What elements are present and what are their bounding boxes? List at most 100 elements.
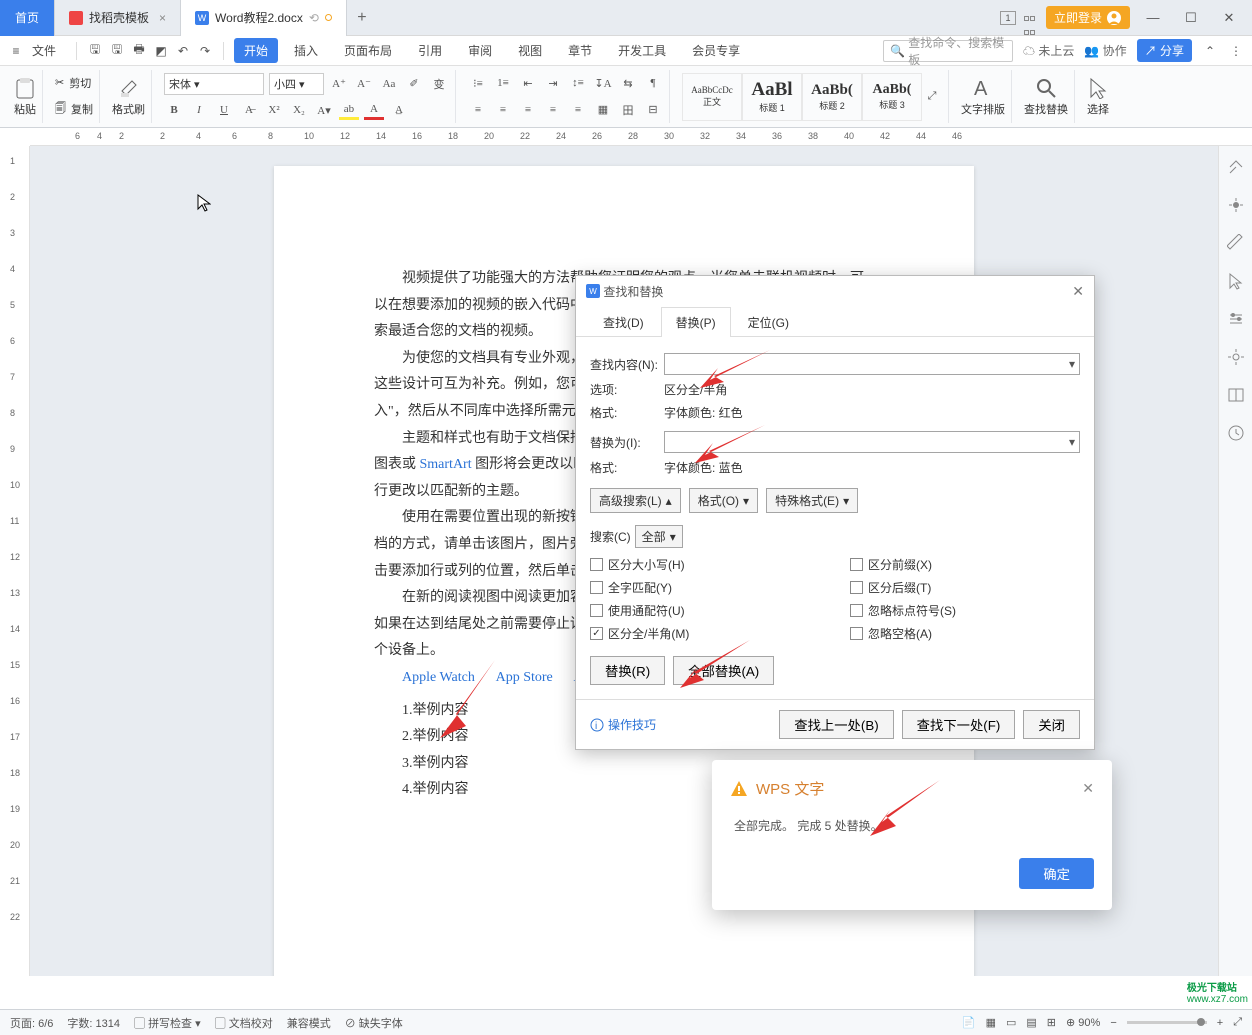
compat-mode[interactable]: 兼容模式 <box>287 1015 331 1031</box>
reveal-icon[interactable]: ¶ <box>643 73 663 93</box>
bullets-icon[interactable]: ⁝≡ <box>468 73 488 93</box>
cloud-status[interactable]: ☁ 未上云 <box>1023 42 1074 59</box>
strikethrough-icon[interactable]: A̶ <box>239 100 259 120</box>
expand-icon[interactable] <box>1227 158 1245 176</box>
share-button[interactable]: ↗ 分享 <box>1137 39 1192 62</box>
redo-icon[interactable]: ↷ <box>197 43 213 59</box>
reload-icon[interactable]: ⟲ <box>309 11 319 25</box>
find-replace-button[interactable]: 查找替换 <box>1018 70 1075 123</box>
format-painter[interactable]: 格式刷 <box>106 70 152 123</box>
phonetic-icon[interactable]: 变 <box>429 74 449 94</box>
login-button[interactable]: 立即登录 <box>1046 6 1130 29</box>
save-icon[interactable]: 🖫 <box>87 43 103 59</box>
link[interactable]: App Store <box>496 670 553 685</box>
advanced-search-button[interactable]: 高级搜索(L) ▴ <box>590 488 681 513</box>
proofing-toggle[interactable]: ▢ 文档校对 <box>215 1015 273 1031</box>
style-h2[interactable]: AaBb(标题 2 <box>802 73 862 121</box>
tab-home[interactable]: 首页 <box>0 0 55 36</box>
print-preview-icon[interactable]: ◩ <box>153 43 169 59</box>
sparkle-icon[interactable] <box>1227 196 1245 214</box>
clock-icon[interactable] <box>1227 424 1245 442</box>
tab-review[interactable]: 审阅 <box>458 38 502 63</box>
book-icon[interactable] <box>1227 386 1245 404</box>
linespace-icon[interactable]: ↕≡ <box>568 73 588 93</box>
distribute-icon[interactable]: ≡ <box>568 100 588 120</box>
find-prev-button[interactable]: 查找上一处(B) <box>779 710 893 739</box>
chk-prefix[interactable]: 区分前缀(X) <box>850 556 1080 573</box>
align-left-icon[interactable]: ≡ <box>468 100 488 120</box>
find-next-button[interactable]: 查找下一处(F) <box>902 710 1016 739</box>
cursor-icon[interactable] <box>1227 272 1245 290</box>
chevron-icon[interactable]: ⌃ <box>1202 43 1218 59</box>
gear-icon[interactable] <box>1227 348 1245 366</box>
zoom-value[interactable]: ⊕ 90% <box>1066 1016 1100 1029</box>
missing-fonts[interactable]: ⊘ 缺失字体 <box>345 1015 403 1031</box>
window-close-button[interactable]: ✕ <box>1214 10 1244 26</box>
tab-chapter[interactable]: 章节 <box>558 38 602 63</box>
chk-ignore-space[interactable]: 忽略空格(A) <box>850 625 1080 642</box>
chk-case[interactable]: 区分大小写(H) <box>590 556 820 573</box>
hamburger-icon[interactable]: ≡ <box>8 43 24 59</box>
special-format-button[interactable]: 特殊格式(E) ▾ <box>766 488 858 513</box>
dialog-close-icon[interactable]: ✕ <box>1072 283 1084 300</box>
minimize-button[interactable]: ― <box>1138 10 1168 25</box>
tab-find[interactable]: 查找(D) <box>588 307 659 337</box>
undo-icon[interactable]: ↶ <box>175 43 191 59</box>
print-icon[interactable]: 🖶 <box>131 43 147 59</box>
msgbox-close-icon[interactable]: ✕ <box>1082 780 1094 797</box>
chk-wildcard[interactable]: 使用通配符(U) <box>590 602 820 619</box>
word-count[interactable]: 字数: 1314 <box>67 1015 120 1031</box>
new-tab-button[interactable]: + <box>347 9 377 27</box>
tab-refs[interactable]: 引用 <box>408 38 452 63</box>
smartart-link[interactable]: SmartArt <box>420 457 472 472</box>
shrink-font-icon[interactable]: A⁻ <box>354 74 374 94</box>
tile-1-icon[interactable]: 1 <box>1000 11 1016 25</box>
tab-current-doc[interactable]: W Word教程2.docx ⟲ <box>181 0 347 36</box>
char-border-icon[interactable]: A̲ <box>389 100 409 120</box>
tab-replace[interactable]: 替换(P) <box>661 307 731 337</box>
copy-button[interactable]: 🗐 复制 <box>55 100 93 119</box>
spellcheck-toggle[interactable]: ▢ 拼写检查 ▾ <box>134 1015 201 1031</box>
underline-icon[interactable]: U <box>214 100 234 120</box>
tab-templates[interactable]: 找稻壳模板 × <box>55 0 181 36</box>
font-name-select[interactable]: 宋体 ▾ <box>164 73 264 95</box>
more-vertical-icon[interactable]: ⋮ <box>1228 43 1244 59</box>
clear-format-icon[interactable]: ✐ <box>404 74 424 94</box>
subscript-icon[interactable]: X₂ <box>289 100 309 120</box>
justify-icon[interactable]: ≡ <box>543 100 563 120</box>
style-h1[interactable]: AaBl标题 1 <box>742 73 802 121</box>
find-input[interactable]: ▾ <box>664 353 1080 375</box>
close-button[interactable]: 关闭 <box>1023 710 1080 739</box>
dialog-titlebar[interactable]: W 查找和替换 ✕ <box>576 276 1094 306</box>
align-right-icon[interactable]: ≡ <box>518 100 538 120</box>
collab-button[interactable]: 👥 协作 <box>1084 42 1126 59</box>
indent-icon[interactable]: ⇥ <box>543 73 563 93</box>
style-normal[interactable]: AaBbCcDc正文 <box>682 73 742 121</box>
close-icon[interactable]: × <box>159 11 166 25</box>
border-icon[interactable]: 田 <box>618 100 638 120</box>
shading-icon[interactable]: ▦ <box>593 100 613 120</box>
link[interactable]: Apple Watch <box>402 670 475 685</box>
replace-all-button[interactable]: 全部替换(A) <box>673 656 774 685</box>
command-search[interactable]: 🔍 查找命令、搜索模板 <box>883 40 1013 62</box>
sliders-icon[interactable] <box>1227 310 1245 328</box>
tab-premium[interactable]: 会员专享 <box>682 38 750 63</box>
file-menu[interactable]: 文件 <box>30 38 66 63</box>
replace-input[interactable]: ▾ <box>664 431 1080 453</box>
pen-icon[interactable] <box>1227 234 1245 252</box>
chk-fullhalf[interactable]: ✓区分全/半角(M) <box>590 625 820 642</box>
outdent-icon[interactable]: ⇤ <box>518 73 538 93</box>
format-button[interactable]: 格式(O) ▾ <box>689 488 758 513</box>
text-fill-icon[interactable]: A <box>364 100 384 120</box>
maximize-button[interactable]: ☐ <box>1176 10 1206 26</box>
page-indicator[interactable]: 页面: 6/6 <box>10 1015 53 1031</box>
style-h3[interactable]: AaBb(标题 3 <box>862 73 922 121</box>
tips-link[interactable]: i 操作技巧 <box>590 716 656 733</box>
tab-start[interactable]: 开始 <box>234 38 278 63</box>
sort-icon[interactable]: ↧A <box>593 73 613 93</box>
paste-group[interactable]: 粘贴 <box>8 70 43 123</box>
cut-button[interactable]: ✂ 剪切 <box>55 75 93 91</box>
save-as-icon[interactable]: 🖫 <box>109 43 125 59</box>
view-icon[interactable]: ▭ <box>1006 1016 1016 1029</box>
tab-insert[interactable]: 插入 <box>284 38 328 63</box>
